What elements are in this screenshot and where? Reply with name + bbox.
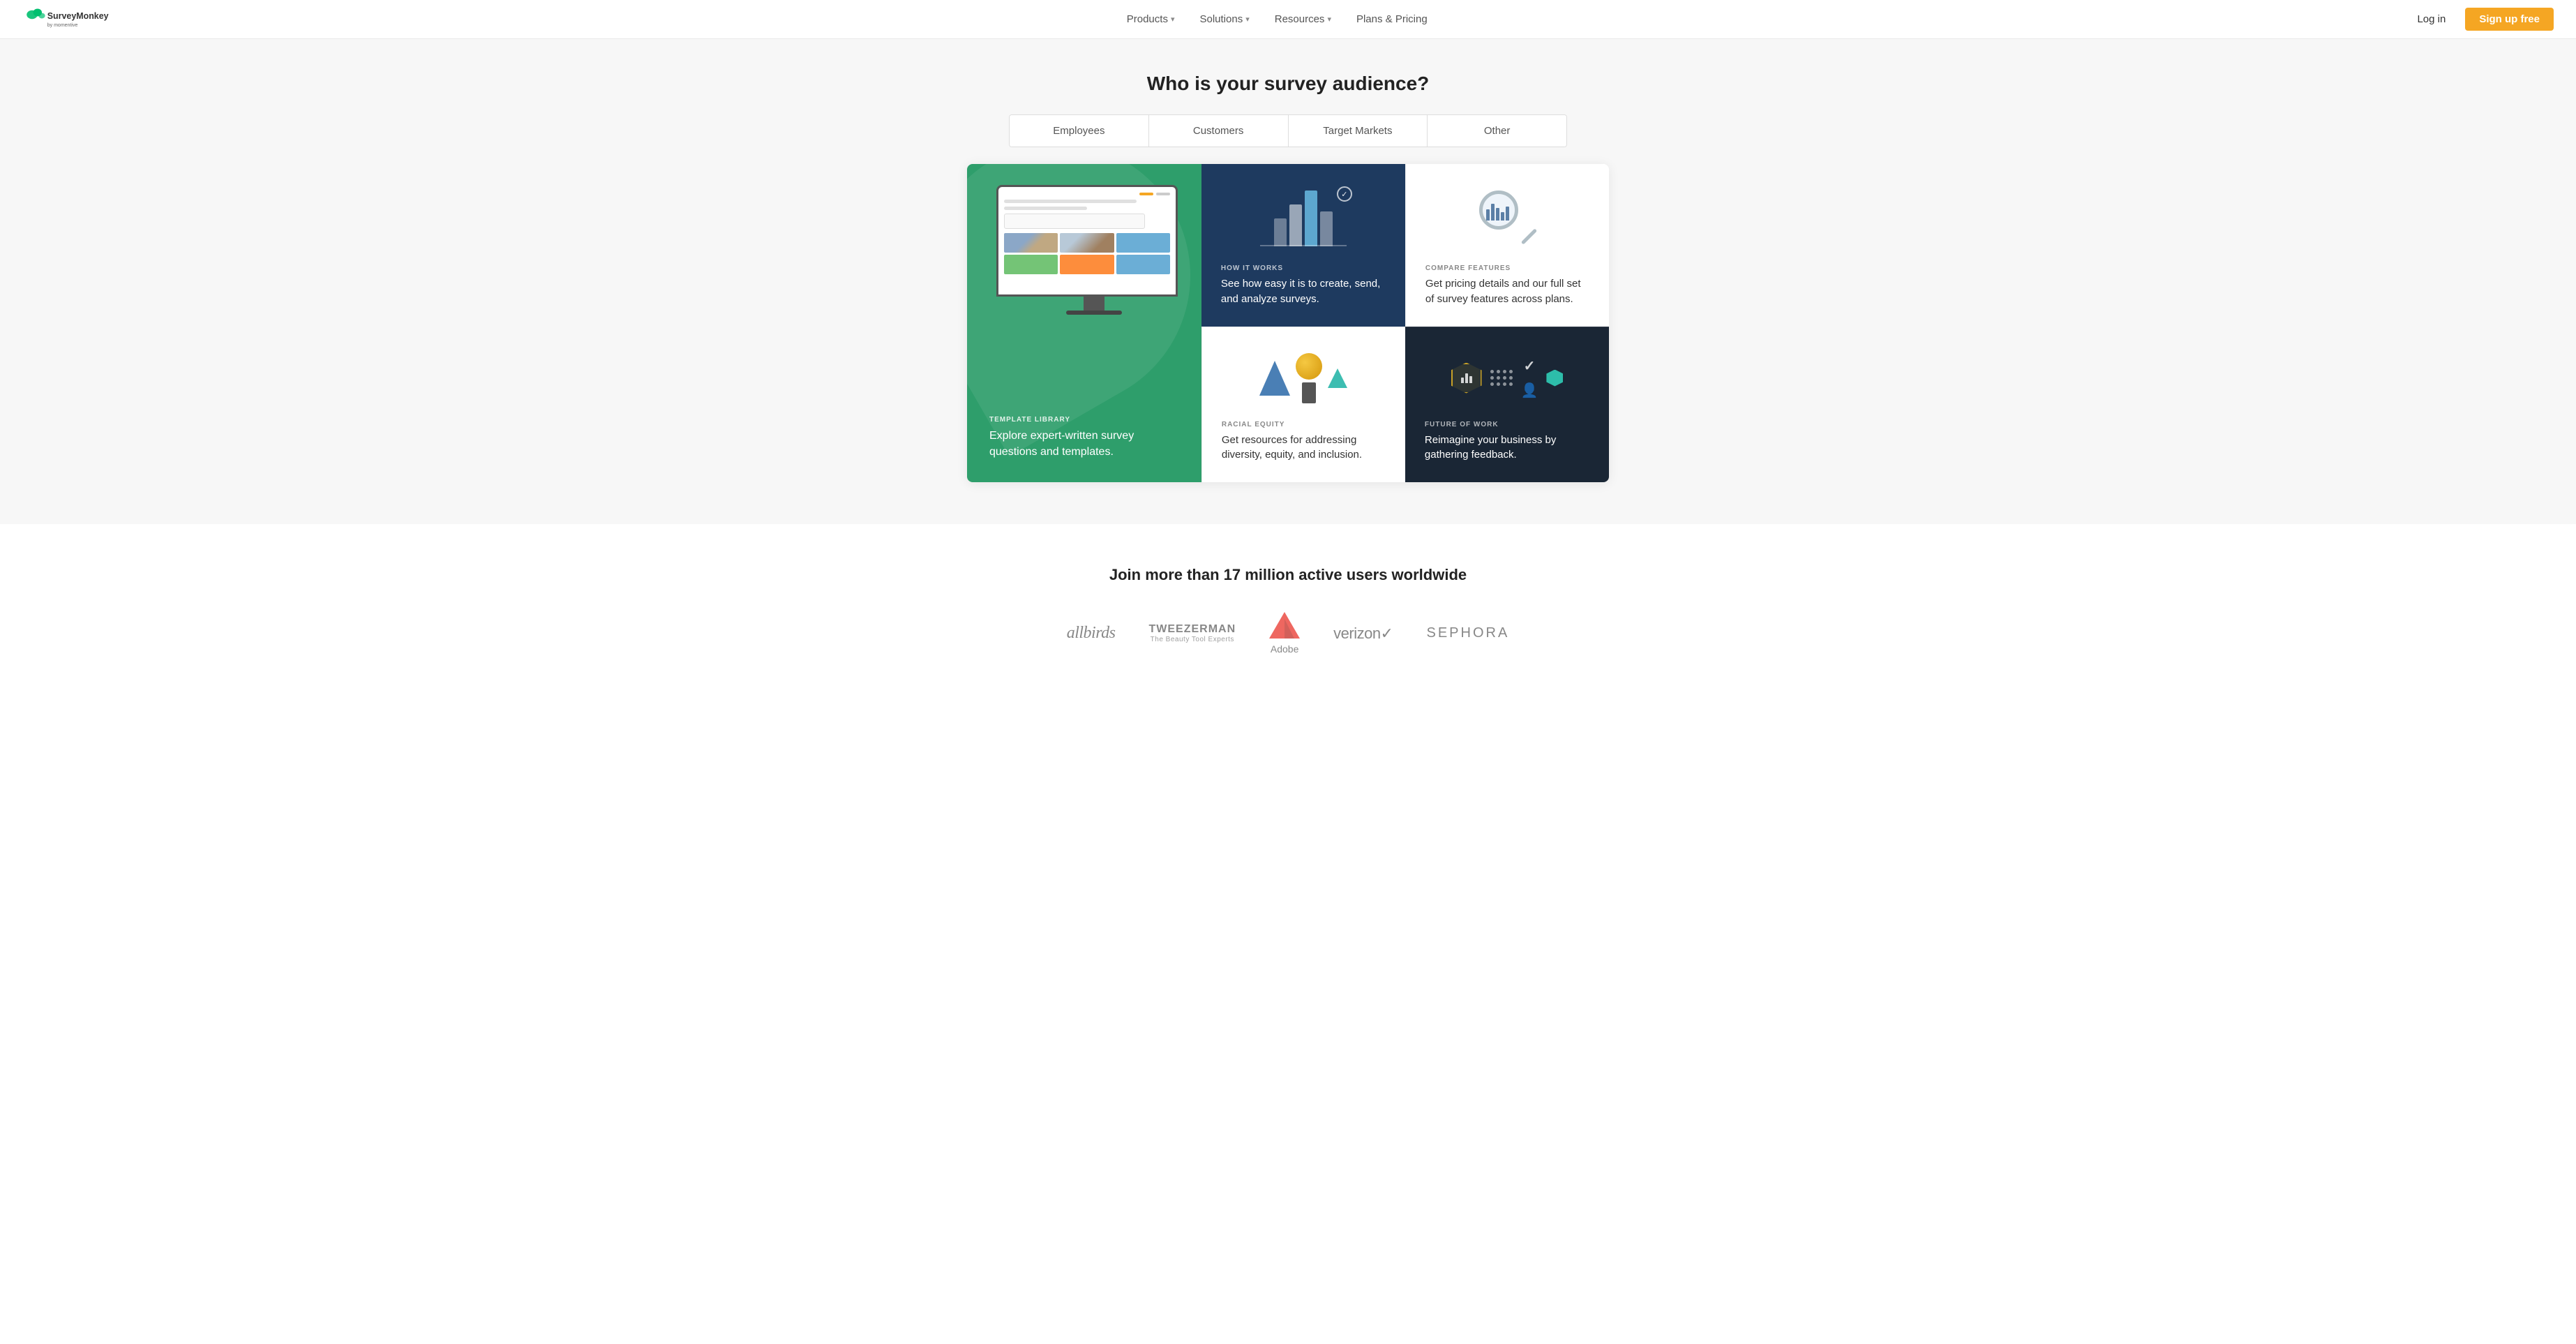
adobe-icon [1269, 612, 1300, 639]
card-template-desc: Explore expert-written survey questions … [989, 428, 1179, 460]
card-future-category: FUTURE OF WORK [1425, 421, 1589, 428]
card-compare-content: COMPARE FEATURES Get pricing details and… [1425, 264, 1589, 307]
card-future-desc: Reimagine your business by gathering fee… [1425, 433, 1589, 463]
hexagon-icon [1451, 363, 1482, 394]
tweezerman-sub-logo: The Beauty Tool Experts [1148, 636, 1236, 643]
nav-pricing-label: Plans & Pricing [1356, 13, 1428, 25]
main-content: Who is your survey audience? Employees C… [0, 39, 2576, 524]
logo[interactable]: SurveyMonkey by momentive [22, 7, 120, 32]
sphere-icon [1296, 353, 1322, 380]
nav-pricing[interactable]: Plans & Pricing [1345, 8, 1439, 31]
teal-triangle-icon [1328, 368, 1347, 388]
bottom-section: Join more than 17 million active users w… [0, 524, 2576, 688]
tab-employees[interactable]: Employees [1010, 115, 1149, 147]
card-template-library[interactable]: TEMPLATE LIBRARY Explore expert-written … [967, 164, 1201, 482]
card-equity-visual [1222, 347, 1386, 410]
brand-sephora: SEPHORA [1427, 625, 1510, 641]
nav-solutions-label: Solutions [1199, 13, 1243, 25]
bar-chart-small-icon [1461, 373, 1472, 383]
brand-verizon: verizon✓ [1333, 625, 1393, 643]
card-future-visual: ✓ 👤 [1425, 347, 1589, 410]
nav-resources[interactable]: Resources ▾ [1264, 8, 1342, 31]
card-equity-content: RACIAL EQUITY Get resources for addressi… [1222, 421, 1386, 463]
svg-text:SurveyMonkey: SurveyMonkey [47, 11, 109, 21]
balance-icon [1259, 353, 1347, 403]
card-template-content: TEMPLATE LIBRARY Explore expert-written … [989, 416, 1179, 460]
magnifier-icon [1479, 191, 1535, 246]
tweezerman-logo: TWEEZERMAN [1148, 623, 1236, 635]
person-icon: 👤 [1521, 382, 1538, 399]
nav-resources-chevron: ▾ [1327, 15, 1331, 24]
brand-adobe: Adobe [1269, 612, 1300, 655]
verizon-logo: verizon✓ [1333, 625, 1393, 643]
join-title: Join more than 17 million active users w… [14, 566, 2562, 584]
audience-tabs: Employees Customers Target Markets Other [1009, 114, 1567, 147]
card-equity-category: RACIAL EQUITY [1222, 421, 1386, 428]
teal-hex-icon [1546, 370, 1563, 387]
checkmark-icon: ✓ [1337, 186, 1352, 202]
section-title: Who is your survey audience? [14, 73, 2562, 95]
sephora-logo: SEPHORA [1427, 625, 1510, 641]
platform-icon [1302, 382, 1316, 403]
card-how-desc: See how easy it is to create, send, and … [1221, 276, 1386, 307]
card-how-content: HOW IT WORKS See how easy it is to creat… [1221, 264, 1386, 307]
svg-text:by momentive: by momentive [47, 23, 78, 28]
check-icon: ✓ [1524, 357, 1536, 375]
nav-products[interactable]: Products ▾ [1116, 8, 1186, 31]
navbar-actions: Log in Sign up free [2406, 8, 2554, 31]
card-compare-desc: Get pricing details and our full set of … [1425, 276, 1589, 307]
card-compare-features[interactable]: COMPARE FEATURES Get pricing details and… [1405, 164, 1609, 327]
adobe-text: Adobe [1271, 643, 1298, 655]
pyramid-icon [1259, 361, 1290, 396]
main-nav: Products ▾ Solutions ▾ Resources ▾ Plans… [148, 8, 2406, 31]
nav-products-label: Products [1127, 13, 1168, 25]
card-compare-category: COMPARE FEATURES [1425, 264, 1589, 272]
signup-button[interactable]: Sign up free [2465, 8, 2554, 31]
card-how-category: HOW IT WORKS [1221, 264, 1386, 272]
brand-allbirds: allbirds [1067, 624, 1116, 643]
allbirds-logo: allbirds [1067, 624, 1116, 643]
grid-dots-icon [1490, 370, 1513, 386]
card-equity-desc: Get resources for addressing diversity, … [1222, 433, 1386, 463]
brand-logos: allbirds TWEEZERMAN The Beauty Tool Expe… [14, 612, 2562, 655]
card-how-visual: ✓ [1221, 184, 1386, 253]
tab-other[interactable]: Other [1428, 115, 1566, 147]
login-button[interactable]: Log in [2406, 8, 2457, 31]
card-how-it-works[interactable]: ✓ HOW IT WORKS See how easy it is to cre… [1201, 164, 1405, 327]
navbar: SurveyMonkey by momentive Products ▾ Sol… [0, 0, 2576, 39]
card-racial-equity[interactable]: RACIAL EQUITY Get resources for addressi… [1201, 327, 1405, 483]
content-grid: TEMPLATE LIBRARY Explore expert-written … [967, 164, 1609, 482]
card-compare-visual [1425, 184, 1589, 253]
nav-solutions-chevron: ▾ [1245, 15, 1250, 24]
nav-solutions[interactable]: Solutions ▾ [1188, 8, 1260, 31]
card-future-content: FUTURE OF WORK Reimagine your business b… [1425, 421, 1589, 463]
nav-resources-label: Resources [1275, 13, 1325, 25]
tab-customers[interactable]: Customers [1149, 115, 1289, 147]
card-future-of-work[interactable]: ✓ 👤 FUTURE OF WORK Reimagine your busine… [1405, 327, 1609, 483]
brand-tweezerman: TWEEZERMAN The Beauty Tool Experts [1148, 623, 1236, 643]
tab-target-markets[interactable]: Target Markets [1289, 115, 1428, 147]
nav-products-chevron: ▾ [1171, 15, 1175, 24]
card-template-category: TEMPLATE LIBRARY [989, 416, 1179, 424]
monitor-illustration [996, 185, 1192, 315]
monitor-screen [996, 185, 1178, 297]
